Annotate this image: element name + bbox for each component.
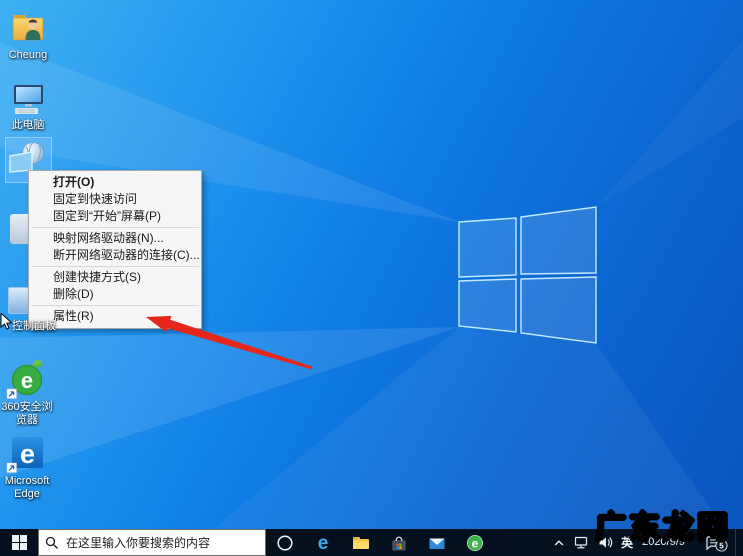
desktop-icon-edge[interactable]: e Microsoft Edge — [0, 432, 57, 501]
desktop-icon-label: Cheung — [8, 49, 48, 61]
network-tray-icon — [575, 536, 588, 549]
desktop-icon-user-folder[interactable]: Cheung — [0, 8, 58, 62]
user-folder-icon — [12, 15, 44, 41]
mouse-cursor — [0, 313, 13, 330]
menu-item-open[interactable]: 打开(O) — [29, 174, 201, 191]
svg-text:e: e — [472, 536, 479, 550]
menu-item-map-network-drive[interactable]: 映射网络驱动器(N)... — [29, 230, 201, 247]
chevron-up-icon — [554, 539, 564, 545]
microsoft-store-icon — [392, 536, 406, 551]
desktop-icon-control-panel[interactable]: 控制面板 — [12, 320, 56, 333]
search-input[interactable] — [64, 534, 259, 551]
menu-item-disconnect-network-drive[interactable]: 断开网络驱动器的连接(C)... — [29, 247, 201, 264]
tray-network[interactable] — [571, 529, 592, 556]
cortana-icon — [277, 534, 293, 551]
desktop-icon-label: Microsoft Edge — [4, 475, 50, 500]
taskbar-360-browser-button[interactable]: e — [456, 529, 494, 556]
edge-taskbar-icon: e — [318, 533, 329, 553]
this-pc-icon — [14, 85, 43, 114]
svg-text:e: e — [21, 368, 33, 393]
menu-separator — [31, 305, 199, 306]
tray-show-hidden-icons[interactable] — [550, 529, 568, 556]
file-explorer-icon — [353, 536, 369, 549]
menu-item-create-shortcut[interactable]: 创建快捷方式(S) — [29, 269, 201, 286]
windows-start-icon — [11, 535, 27, 550]
taskbar-search-box[interactable] — [38, 529, 266, 556]
menu-item-pin-quick-access[interactable]: 固定到快速访问 — [29, 191, 201, 208]
menu-item-pin-to-start[interactable]: 固定到“开始”屏幕(P) — [29, 208, 201, 225]
taskbar-file-explorer-button[interactable] — [342, 529, 380, 556]
svg-text:e: e — [318, 533, 329, 553]
taskbar-mail-button[interactable] — [418, 529, 456, 556]
taskbar-edge-button[interactable]: e — [304, 529, 342, 556]
svg-text:e: e — [20, 439, 35, 469]
menu-separator — [31, 227, 199, 228]
desktop-icon-this-pc[interactable]: 此电脑 — [0, 80, 58, 132]
mail-icon — [429, 538, 445, 549]
context-menu: 打开(O) 固定到快速访问 固定到“开始”屏幕(P) 映射网络驱动器(N)...… — [28, 170, 202, 329]
watermark: 广东龙网 — [594, 509, 731, 546]
360-browser-taskbar-icon: e — [467, 534, 483, 551]
desktop-icon-label: 控制面板 — [12, 320, 56, 332]
show-desktop-button[interactable] — [735, 529, 739, 556]
desktop-icon-label: 360安全浏览器 — [1, 401, 53, 426]
search-icon — [45, 536, 58, 549]
windows-desktop: Cheung 此电脑 控制面板 e 360安全浏览器 e Microsoft E… — [0, 0, 743, 556]
desktop-icon-360-browser[interactable]: e 360安全浏览器 — [0, 358, 57, 427]
taskbar-store-button[interactable] — [380, 529, 418, 556]
menu-item-delete[interactable]: 删除(D) — [29, 286, 201, 303]
start-button[interactable] — [0, 529, 38, 556]
taskbar-cortana-button[interactable] — [266, 529, 304, 556]
edge-icon: e — [6, 437, 43, 473]
menu-separator — [31, 266, 199, 267]
360-browser-icon: e — [6, 360, 43, 399]
desktop-icon-label: 此电脑 — [11, 119, 45, 131]
